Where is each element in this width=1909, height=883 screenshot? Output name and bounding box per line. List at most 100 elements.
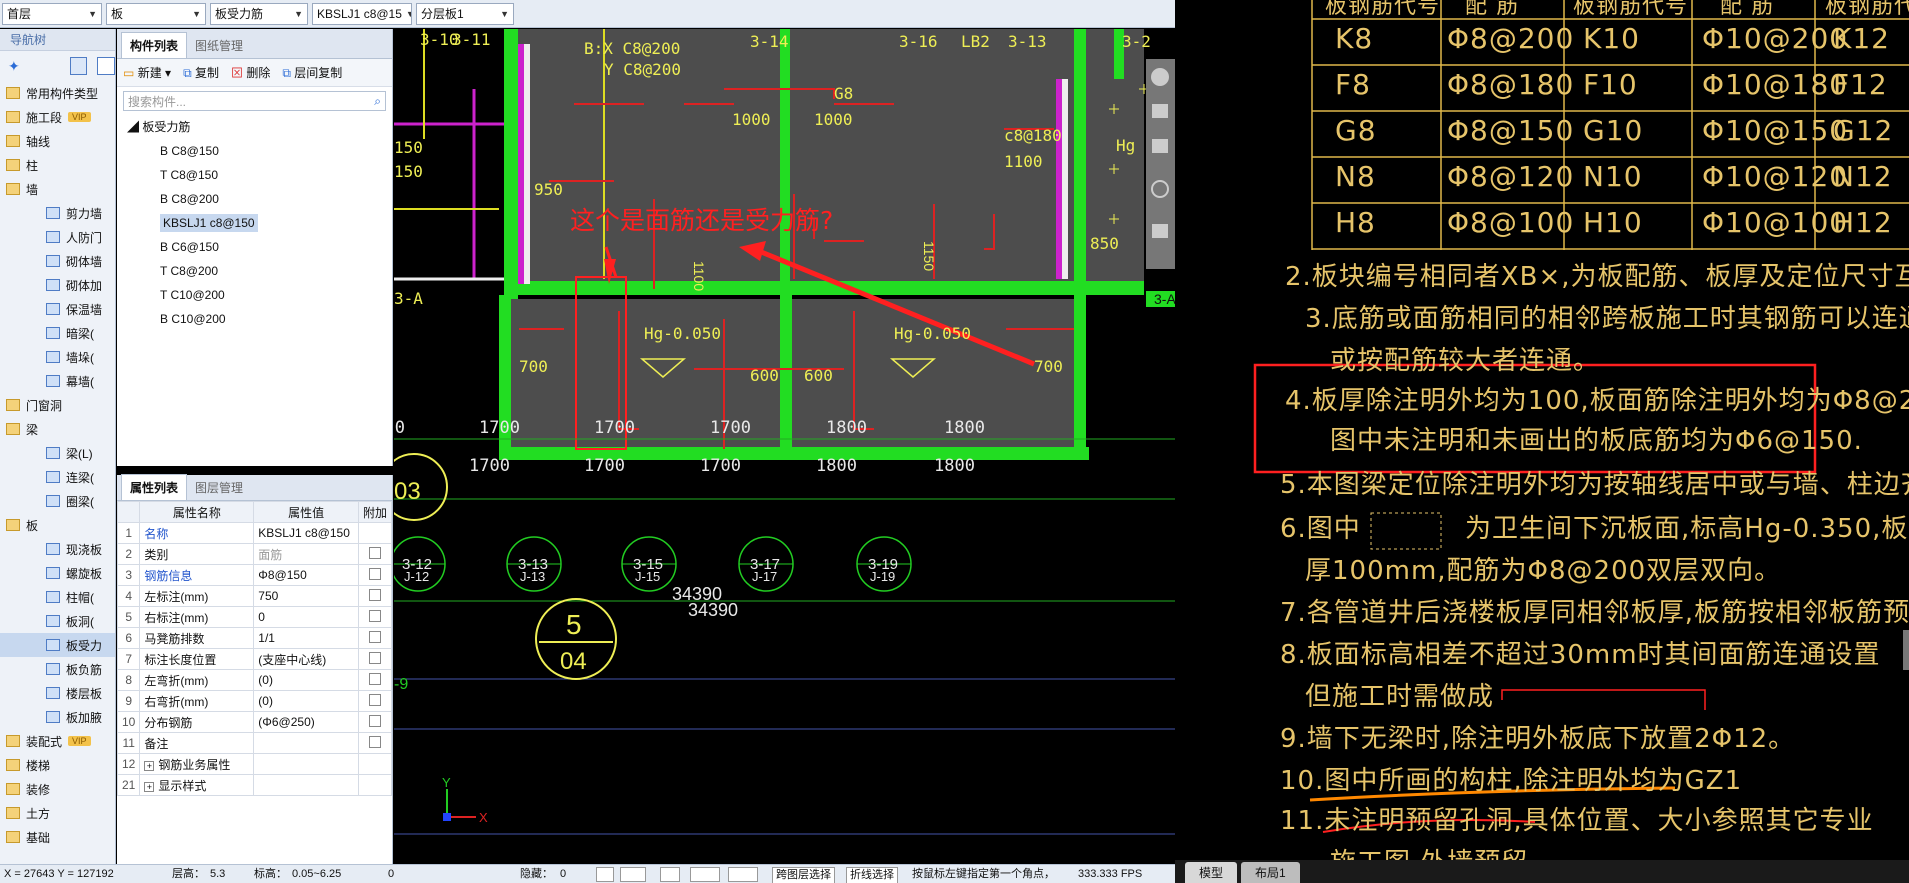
nav-item[interactable]: 保温墙 [0,297,115,321]
grid-view-icon[interactable] [97,57,115,75]
pin-icon[interactable]: ✦ [8,58,20,75]
nav-item[interactable]: 圈梁( [0,489,115,513]
floor-copy-button[interactable]: ⧉ 层间复制 [282,64,342,81]
nav-item[interactable]: 板洞( [0,609,115,633]
new-button[interactable]: ▭ 新建 ▾ [123,64,171,81]
tree-item[interactable]: B C10@200 [117,307,392,331]
select-mode-icon[interactable] [620,867,646,882]
nav-item[interactable]: 砌体加 [0,273,115,297]
property-row[interactable]: 5 右标注(mm) 0 [116,606,393,628]
property-row[interactable]: 11 备注 [116,732,393,754]
property-checkbox[interactable] [368,588,381,601]
property-checkbox[interactable] [368,546,381,559]
nav-item[interactable]: 人防门 [0,225,115,249]
property-checkbox[interactable] [368,672,381,685]
view-top-icon[interactable] [1152,139,1168,153]
tree-item[interactable]: B C6@150 [117,235,392,259]
nav-item[interactable]: 装配式 VIP [0,729,115,753]
polar-icon[interactable] [728,867,758,882]
ortho-icon[interactable] [660,867,680,882]
property-row[interactable]: 8 左弯折(mm) (0) [116,669,393,691]
nav-item[interactable]: 装修 [0,777,115,801]
nav-item[interactable]: 施工段 VIP [0,105,115,129]
nav-item[interactable]: 轴线 [0,129,115,153]
tree-item[interactable]: T C10@200 [117,283,392,307]
nav-item[interactable]: 墙 [0,177,115,201]
nav-item[interactable]: 墙垛( [0,345,115,369]
tree-root[interactable]: ◢ 板受力筋 [117,115,392,139]
property-value[interactable]: 750 [253,585,359,607]
component-search-input[interactable]: 搜索构件... ⌕ [123,91,386,111]
tab-layout-1[interactable]: 布局1 [1241,862,1300,883]
component-select[interactable]: KBSLJ1 c8@15 ▼ [312,2,412,25]
cad-canvas[interactable]: 这个是面筋还是受力筋? 3-10 3-11 3-14 3-16 LB2 3-13… [394,29,1175,864]
tab-component-list[interactable]: 构件列表 [121,32,188,58]
nav-item[interactable]: 现浇板 [0,537,115,561]
nav-item[interactable]: 楼梯 [0,753,115,777]
polyline-select-button[interactable]: 折线选择 [846,867,898,883]
property-value[interactable]: Φ8@150 [253,564,359,586]
delete-button[interactable]: ⊠ 删除 [231,64,270,81]
property-row[interactable]: 21 + 显示样式 [116,774,393,796]
property-row[interactable]: 6 马凳筋排数 1/1 [116,627,393,649]
type-select[interactable]: 板受力筋 ▼ [210,2,308,25]
property-value[interactable] [253,732,359,754]
nav-item[interactable]: 连梁( [0,465,115,489]
nav-item[interactable]: 柱帽( [0,585,115,609]
tree-item[interactable]: B C8@150 [117,139,392,163]
nav-item[interactable]: 门窗洞 [0,393,115,417]
tab-property-list[interactable]: 属性列表 [121,474,188,500]
property-row[interactable]: 2 类别 面筋 [116,543,393,565]
cross-layer-select-button[interactable]: 跨图层选择 [772,867,835,883]
nav-item[interactable]: 板受力 [0,633,115,657]
property-value[interactable]: (0) [253,669,359,691]
nav-item[interactable]: 剪力墙 [0,201,115,225]
view-3d-icon[interactable] [1152,104,1168,118]
property-value[interactable] [253,753,359,775]
nav-item[interactable]: 砌体墙 [0,249,115,273]
property-checkbox[interactable] [368,630,381,643]
property-value[interactable]: 面筋 [253,543,359,565]
nav-item[interactable]: 板 [0,513,115,537]
nav-item[interactable]: 螺旋板 [0,561,115,585]
nav-item[interactable]: 楼层板 [0,681,115,705]
nav-item[interactable]: 幕墙( [0,369,115,393]
property-row[interactable]: 4 左标注(mm) 750 [116,585,393,607]
tree-item[interactable]: B C8@200 [117,187,392,211]
nav-item[interactable]: 板加腋 [0,705,115,729]
property-row[interactable]: 10 分布钢筋 (Φ6@250) [116,711,393,733]
nav-item[interactable]: 梁 [0,417,115,441]
snap-icon[interactable] [596,867,614,882]
nav-item[interactable]: 板负筋 [0,657,115,681]
property-checkbox[interactable] [368,609,381,622]
property-row[interactable]: 1 名称 KBSLJ1 c8@150 [116,522,393,544]
property-checkbox[interactable] [368,735,381,748]
nav-item[interactable]: 基础 [0,825,115,849]
nav-item[interactable]: 土方 [0,801,115,825]
property-value[interactable]: 0 [253,606,359,628]
tree-item[interactable]: T C8@150 [117,163,392,187]
tab-layer-management[interactable]: 图层管理 [187,475,251,500]
copy-button[interactable]: ⧉ 复制 [183,64,219,81]
property-value[interactable]: (0) [253,690,359,712]
tree-item[interactable]: KBSLJ1 c8@150 [117,211,392,235]
property-value[interactable]: 1/1 [253,627,359,649]
tab-drawing-management[interactable]: 图纸管理 [187,33,251,58]
property-checkbox[interactable] [368,693,381,706]
property-value[interactable]: KBSLJ1 c8@150 [253,522,359,544]
view-grid-icon[interactable] [1152,224,1168,238]
property-value[interactable] [253,774,359,796]
property-checkbox[interactable] [368,567,381,580]
category-select[interactable]: 板 ▼ [106,2,206,25]
property-row[interactable]: 7 标注长度位置 (支座中心线) [116,648,393,670]
property-row[interactable]: 9 右弯折(mm) (0) [116,690,393,712]
property-value[interactable]: (Φ6@250) [253,711,359,733]
nav-item[interactable]: 梁(L) [0,441,115,465]
property-value[interactable]: (支座中心线) [253,648,359,670]
tree-item[interactable]: T C8@200 [117,259,392,283]
list-view-icon[interactable] [69,57,88,75]
nav-item[interactable]: 暗梁( [0,321,115,345]
tab-model[interactable]: 模型 [1185,862,1238,883]
property-checkbox[interactable] [368,651,381,664]
property-row[interactable]: 3 钢筋信息 Φ8@150 [116,564,393,586]
